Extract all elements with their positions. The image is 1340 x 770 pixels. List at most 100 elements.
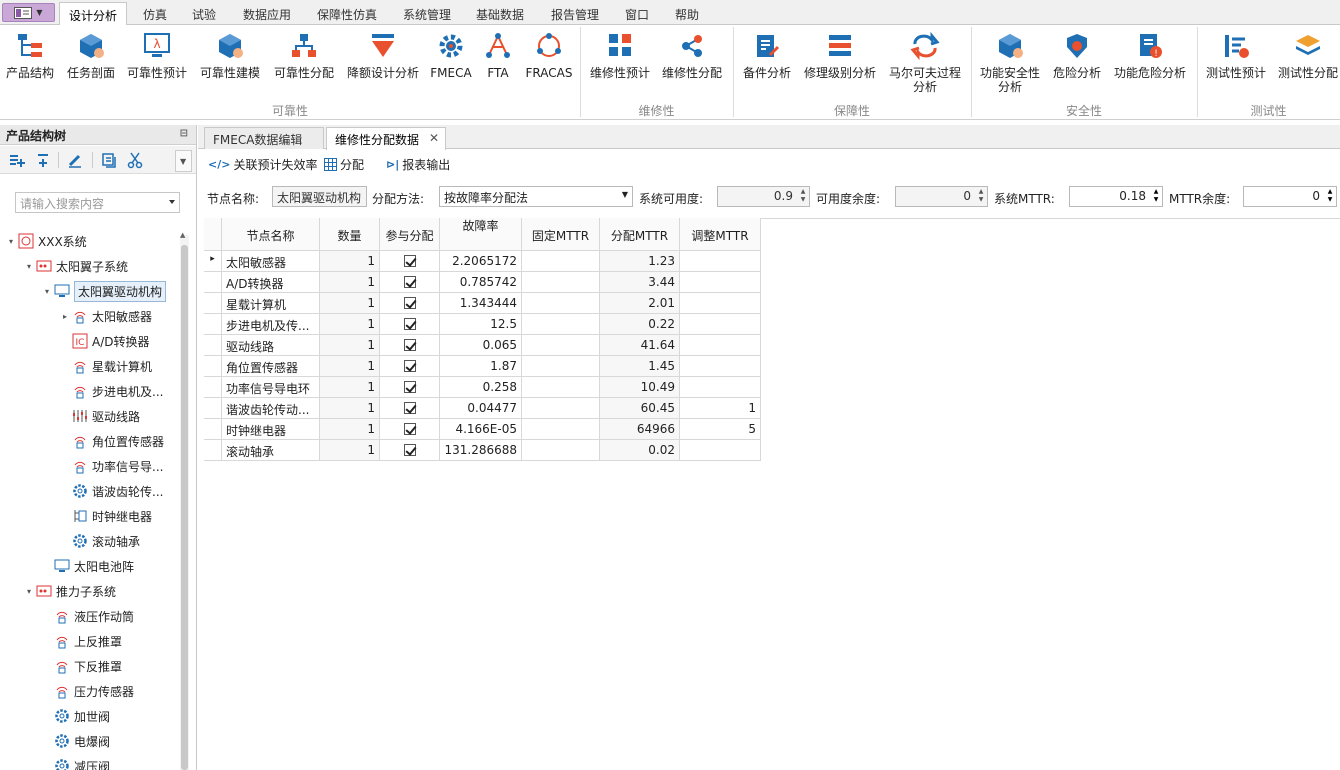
copy-icon[interactable] [100,151,118,169]
participate-cell[interactable] [380,335,440,356]
table-row[interactable]: 滚动轴承 1 131.286688 0.02 [204,440,762,461]
table-row[interactable]: 星载计算机 1 1.343444 2.01 [204,293,762,314]
system-mttr-field[interactable]: 0.18 ▲ ▼ [1069,186,1163,207]
menu-tab-help[interactable]: 帮助 [675,4,699,25]
participate-cell[interactable] [380,251,440,272]
participate-cell[interactable] [380,398,440,419]
column-header[interactable]: 参与分配 [380,218,440,251]
spinner-icon[interactable]: ▲ ▼ [798,188,808,205]
table-row[interactable]: A/D转换器 1 0.785742 3.44 [204,272,762,293]
reliability-allocation-button[interactable]: 可靠性分配 [272,29,336,89]
checkbox-checked-icon[interactable] [403,402,416,414]
failure-rate-cell[interactable]: 1.343444 [440,293,522,314]
tree-node[interactable]: ▾ 太阳翼子系统 [24,255,128,277]
tree-node[interactable]: 加世阀 [42,705,110,727]
adjusted-mttr-cell[interactable] [680,356,761,377]
fta-button[interactable]: FTA [482,29,514,89]
participate-cell[interactable] [380,293,440,314]
hazard-analysis-button[interactable]: 危险分析 [1050,29,1104,89]
menu-tab-report-management[interactable]: 报告管理 [551,4,599,25]
assigned-mttr-cell[interactable]: 1.23 [600,251,680,272]
tree-node[interactable]: 电爆阀 [42,730,110,752]
app-menu-button[interactable]: ▼ [2,3,55,22]
assigned-mttr-cell[interactable]: 2.01 [600,293,680,314]
failure-rate-cell[interactable]: 2.2065172 [440,251,522,272]
tree-node[interactable]: 上反推罩 [42,630,122,652]
checkbox-checked-icon[interactable] [403,318,416,330]
qty-cell[interactable]: 1 [320,440,380,461]
table-row[interactable]: 谐波齿轮传动... 1 0.04477 60.45 1 [204,398,762,419]
tree-node[interactable]: 下反推罩 [42,655,122,677]
failure-rate-cell[interactable]: 0.065 [440,335,522,356]
qty-cell[interactable]: 1 [320,419,380,440]
column-header[interactable]: 分配MTTR [600,218,680,251]
spinner-icon[interactable]: ▲ ▼ [1325,188,1335,205]
assigned-mttr-cell[interactable]: 64966 [600,419,680,440]
add-child-icon[interactable] [34,151,52,169]
fixed-mttr-cell[interactable] [522,377,600,398]
tree-node[interactable]: 减压阀 [42,755,110,770]
tree-scrollbar-thumb[interactable] [181,245,188,770]
node-name-field[interactable]: 太阳翼驱动机构 [272,186,367,207]
tree-node[interactable]: ▸ 太阳敏感器 [60,305,152,327]
spinner-icon[interactable]: ▲ ▼ [976,188,986,205]
participate-cell[interactable] [380,314,440,335]
assigned-mttr-cell[interactable]: 0.02 [600,440,680,461]
table-row[interactable]: 步进电机及传... 1 12.5 0.22 [204,314,762,335]
name-cell[interactable]: 太阳敏感器 [222,251,320,272]
add-node-icon[interactable] [8,151,26,169]
qty-cell[interactable]: 1 [320,314,380,335]
cut-icon[interactable] [126,151,144,169]
participate-cell[interactable] [380,377,440,398]
product-structure-button[interactable]: 产品结构 [4,29,56,89]
name-cell[interactable]: 驱动线路 [222,335,320,356]
tree-node[interactable]: 驱动线路 [60,405,140,427]
markov-analysis-button[interactable]: 马尔可夫过程 分析 [886,29,964,109]
testability-allocation-button[interactable]: 测试性分配 [1276,29,1340,89]
table-row[interactable]: 时钟继电器 1 4.166E-05 64966 5 [204,419,762,440]
checkbox-checked-icon[interactable] [403,297,416,309]
tree-node[interactable]: ▾ 推力子系统 [24,580,116,602]
table-row[interactable]: 功率信号导电环 1 0.258 10.49 [204,377,762,398]
tree-node[interactable]: 星载计算机 [60,355,152,377]
derating-design-button[interactable]: 降额设计分析 [345,29,421,89]
failure-rate-cell[interactable]: 4.166E-05 [440,419,522,440]
qty-cell[interactable]: 1 [320,335,380,356]
qty-cell[interactable]: 1 [320,293,380,314]
menu-tab-supportability-sim[interactable]: 保障性仿真 [317,4,377,25]
link-failure-rate-button[interactable]: </> 关联预计失效率 [208,156,317,173]
name-cell[interactable]: 滚动轴承 [222,440,320,461]
functional-safety-button[interactable]: 功能安全性 分析 [978,29,1042,109]
method-select[interactable]: 按故障率分配法 ▼ [439,186,633,207]
qty-cell[interactable]: 1 [320,272,380,293]
row-selector[interactable] [204,398,222,419]
fixed-mttr-cell[interactable] [522,440,600,461]
checkbox-checked-icon[interactable] [403,255,416,267]
checkbox-checked-icon[interactable] [403,381,416,393]
fixed-mttr-cell[interactable] [522,356,600,377]
failure-rate-cell[interactable]: 1.87 [440,356,522,377]
testability-prediction-button[interactable]: 测试性预计 [1204,29,1268,89]
collapse-arrow-icon[interactable]: ▾ [42,287,52,296]
row-selector[interactable] [204,419,222,440]
row-selector[interactable] [204,314,222,335]
name-cell[interactable]: A/D转换器 [222,272,320,293]
fmeca-button[interactable]: FMECA [430,29,472,89]
row-selector[interactable] [204,272,222,293]
expand-arrow-icon[interactable]: ▸ [60,312,70,321]
chevron-down-icon[interactable] [169,200,175,204]
reliability-prediction-button[interactable]: λ 可靠性预计 [126,29,188,89]
participate-cell[interactable] [380,356,440,377]
tree-node[interactable]: 功率信号导... [60,455,163,477]
mission-profile-button[interactable]: 任务剖面 [64,29,118,89]
tree-node[interactable]: 太阳电池阵 [42,555,134,577]
column-header[interactable]: 固定MTTR [522,218,600,251]
menu-tab-data-application[interactable]: 数据应用 [243,4,291,25]
tree-node[interactable]: ▾ 太阳翼驱动机构 [42,280,167,302]
table-row[interactable]: ▸ 太阳敏感器 1 2.2065172 1.23 [204,251,762,272]
checkbox-checked-icon[interactable] [403,423,416,435]
menu-tab-simulation[interactable]: 仿真 [143,4,167,25]
tree-node[interactable]: 步进电机及... [60,380,163,402]
spare-analysis-button[interactable]: 备件分析 [740,29,794,89]
availability-margin-field[interactable]: 0 ▲ ▼ [895,186,988,207]
